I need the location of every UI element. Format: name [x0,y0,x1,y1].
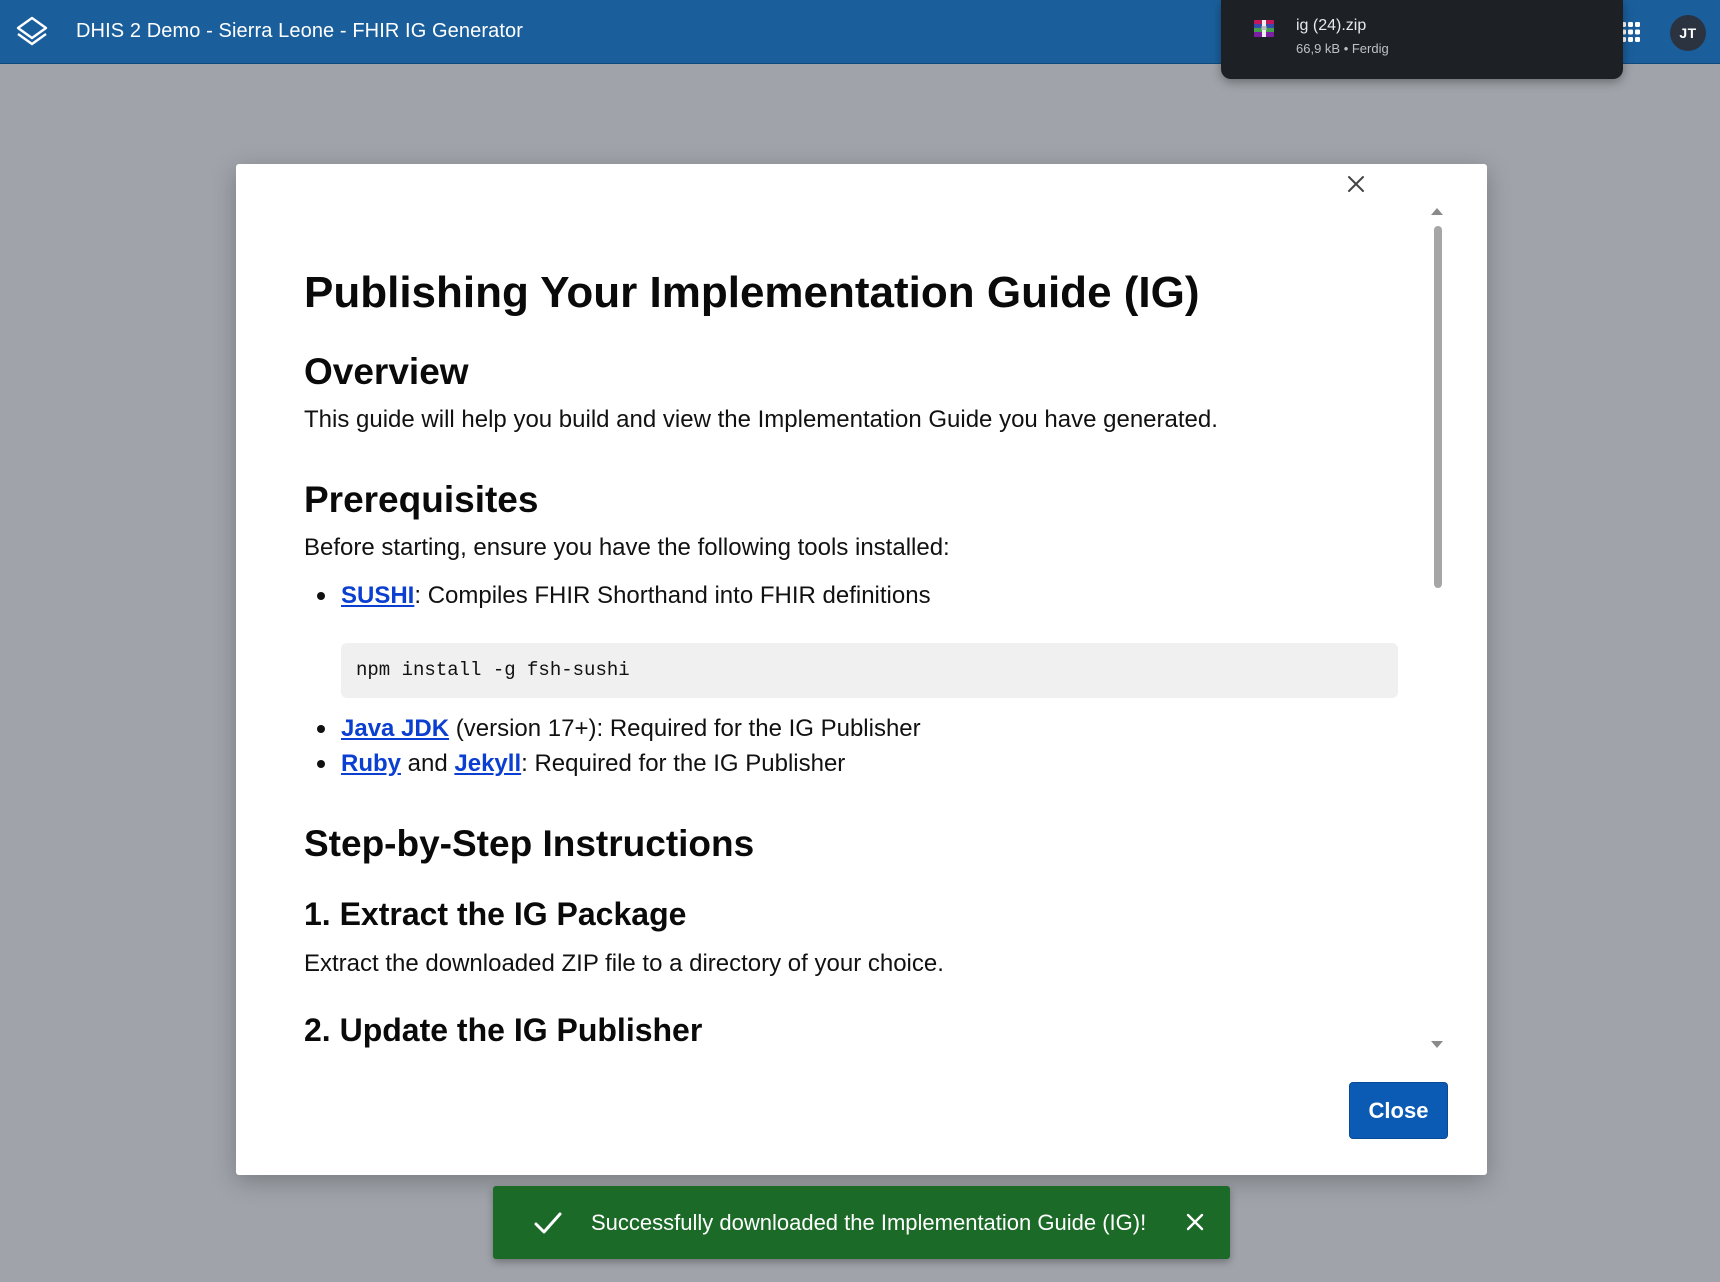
modal-content-scroll[interactable]: Publishing Your Implementation Guide (IG… [236,206,1446,1164]
scroll-up-arrow[interactable] [1431,208,1443,215]
sushi-description: : Compiles FHIR Shorthand into FHIR defi… [414,582,931,609]
ruby-link[interactable]: Ruby [341,750,401,777]
overview-heading: Overview [304,351,469,392]
sushi-link[interactable]: SUSHI [341,582,414,609]
bullet [317,725,325,733]
zip-archive-icon [1253,19,1275,39]
download-filename[interactable]: ig (24).zip [1296,17,1366,35]
download-popup[interactable]: ig (24).zip 66,9 kB • Ferdig [1221,0,1623,79]
user-avatar[interactable]: JT [1670,15,1706,51]
prerequisites-heading: Prerequisites [304,479,539,520]
list-item-java: Java JDK (version 17+): Required for the… [341,715,921,743]
guide-title: Publishing Your Implementation Guide (IG… [304,268,1200,317]
step2-heading: 2. Update the IG Publisher [304,1012,703,1048]
step1-heading: 1. Extract the IG Package [304,896,687,932]
ruby-jekyll-description: : Required for the IG Publisher [521,750,846,777]
scrollbar-thumb[interactable] [1434,226,1442,588]
close-icon[interactable] [1183,1210,1207,1234]
app-title: DHIS 2 Demo - Sierra Leone - FHIR IG Gen… [76,20,523,42]
dhis2-logo-icon[interactable] [15,15,49,49]
list-item-sushi: SUSHI: Compiles FHIR Shorthand into FHIR… [341,582,931,610]
sushi-install-command[interactable]: npm install -g fsh-sushi [356,659,630,681]
list-item-ruby-jekyll: Ruby and Jekyll: Required for the IG Pub… [341,750,845,778]
scroll-down-arrow[interactable] [1431,1041,1443,1048]
success-toast: Successfully downloaded the Implementati… [493,1186,1230,1259]
bullet [317,592,325,600]
step1-text: Extract the downloaded ZIP file to a dir… [304,950,944,977]
close-icon[interactable] [1344,172,1368,196]
bullet [317,760,325,768]
steps-heading: Step-by-Step Instructions [304,823,755,864]
prerequisites-intro: Before starting, ensure you have the fol… [304,534,950,561]
toast-message: Successfully downloaded the Implementati… [591,1210,1147,1235]
overview-text: This guide will help you build and view … [304,406,1218,433]
jekyll-link[interactable]: Jekyll [454,750,521,777]
code-block: npm install -g fsh-sushi [341,643,1398,698]
and-text: and [401,750,455,777]
java-description: (version 17+): Required for the IG Publi… [449,715,921,742]
java-jdk-link[interactable]: Java JDK [341,715,449,742]
close-button[interactable]: Close [1349,1082,1448,1139]
checkmark-icon [533,1208,563,1238]
publishing-guide-modal: Publishing Your Implementation Guide (IG… [236,164,1487,1175]
download-status: 66,9 kB • Ferdig [1296,41,1389,56]
